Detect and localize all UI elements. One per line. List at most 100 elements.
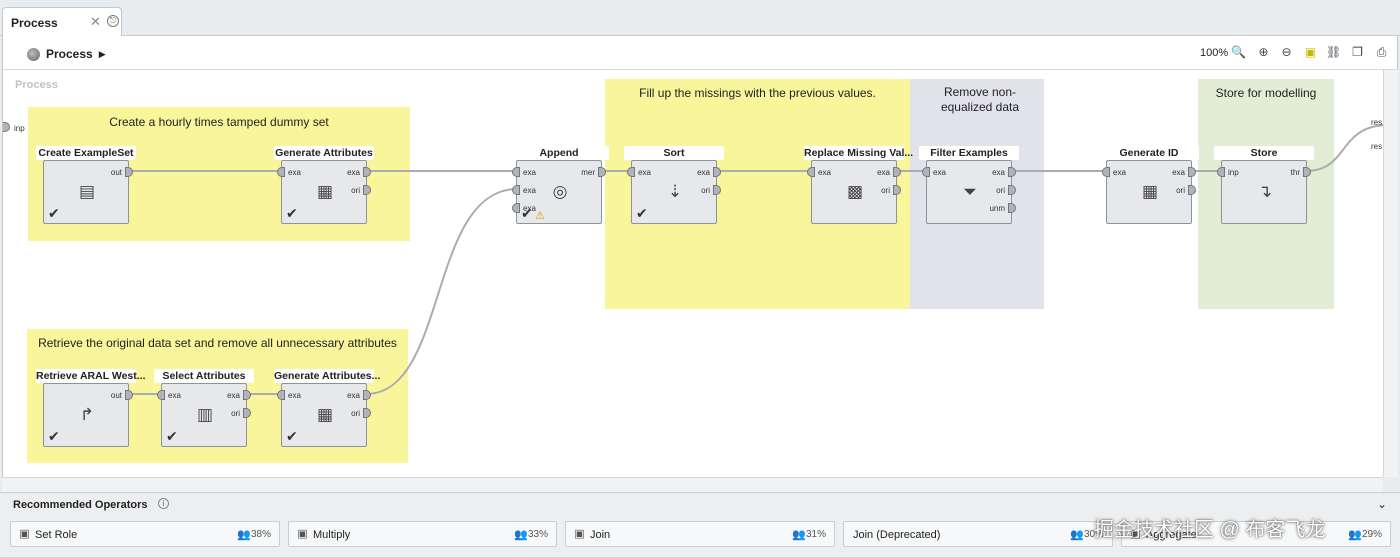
operator-title: Filter Examples [919, 146, 1019, 160]
vertical-scrollbar[interactable] [1383, 70, 1398, 477]
port-label: out [110, 391, 122, 400]
port-label: exa [523, 186, 536, 195]
process-editor: Process ✕ ⎋ Process ▶ 100% 🔍 ⊕ ⊖ ▣ ⛓ ❐ ⎙… [0, 0, 1400, 557]
port-label: inp [1228, 168, 1239, 177]
auto-wire-icon[interactable]: ⛓ [1326, 45, 1341, 60]
restore-icon[interactable]: ⎋ [107, 15, 119, 27]
add-note-icon[interactable]: ▣ [1303, 45, 1318, 60]
table-plus-icon: ▦ [316, 182, 334, 201]
operator[interactable]: Generate Attributes exa exa ori ▦ ✔ [274, 146, 374, 224]
horizontal-scrollbar[interactable] [2, 477, 1383, 492]
check-icon: ✔ [166, 428, 178, 444]
port-label: res [1371, 118, 1383, 127]
port-label: exa [1172, 168, 1185, 177]
process-canvas[interactable]: Process Create a hourly times tamped dum… [2, 70, 1383, 477]
port-label: exa [347, 168, 360, 177]
operator[interactable]: Sort exa exa ori ⇣ ✔ [624, 146, 724, 224]
operator[interactable]: Select Attributes exa exa ori ▥ ✔ [154, 369, 254, 447]
info-icon[interactable]: i [158, 498, 169, 509]
watermark: 掘金技术社区 @ 布客飞龙 [1094, 519, 1326, 541]
warning-icon: ⚠ [535, 210, 545, 222]
usage-percent: 31% [805, 529, 826, 540]
chevron-down-icon[interactable]: ⌄ [1377, 497, 1387, 511]
port-label: thr [1290, 168, 1300, 177]
port-label: ori [1176, 186, 1185, 195]
users-icon: 👥 [1070, 529, 1084, 541]
input-port[interactable] [277, 390, 285, 400]
tab-bar: Process ✕ ⎋ [0, 0, 1400, 37]
port-label: exa [288, 391, 301, 400]
print-icon[interactable]: ⎙ [1374, 45, 1389, 60]
operator-title: Create ExampleSet [36, 146, 136, 160]
port-label: exa [347, 391, 360, 400]
zoom-fit-icon[interactable]: 🔍 [1231, 45, 1246, 60]
input-port[interactable] [922, 167, 930, 177]
usage-percent: 33% [527, 529, 548, 540]
operator[interactable]: Append exa exa exa mer ◎ ✔ ⚠ [509, 146, 609, 224]
input-port[interactable] [512, 185, 520, 195]
port-label: ori [231, 409, 240, 418]
store-arrow-icon: ↴ [1257, 182, 1273, 201]
process-toolbar: Process ▶ 100% 🔍 ⊕ ⊖ ▣ ⛓ ❐ ⎙ [2, 36, 1398, 70]
recommended-operator[interactable]: ▣ Set Role 👥 38% [10, 521, 280, 547]
usage-percent: 38% [250, 529, 271, 540]
wire [365, 188, 517, 395]
users-icon: 👥 [514, 529, 528, 541]
port-label: mer [581, 168, 595, 177]
zoom-out-icon[interactable]: ⊖ [1279, 45, 1294, 60]
multiply-icon: ▣ [297, 528, 308, 540]
input-port[interactable] [512, 203, 520, 213]
check-icon: ✔ [286, 428, 298, 444]
retrieve-arrow-icon: ↱ [79, 405, 95, 424]
zoom-in-icon[interactable]: ⊕ [1256, 45, 1271, 60]
join-icon: ▣ [574, 528, 585, 540]
replace-missing-icon: ▩ [846, 182, 864, 201]
operator[interactable]: Replace Missing Val... exa exa ori ▩ [804, 146, 913, 224]
table-plus-icon: ▦ [316, 405, 334, 424]
append-circles-icon: ◎ [552, 182, 568, 201]
operator[interactable]: Generate Attributes... exa exa ori ▦ ✔ [274, 369, 380, 447]
port-label: exa [227, 391, 240, 400]
users-icon: 👥 [792, 529, 806, 541]
operator-name: Join (Deprecated) [853, 529, 941, 541]
port-label: exa [168, 391, 181, 400]
recommended-operator[interactable]: ▣ Multiply 👥 33% [288, 521, 557, 547]
zoom-level: 100% [1200, 47, 1229, 59]
input-port[interactable] [277, 167, 285, 177]
input-port[interactable] [512, 167, 520, 177]
port-label: out [110, 168, 122, 177]
tab-label: Process [11, 16, 58, 30]
users-icon: 👥 [237, 529, 251, 541]
breadcrumb-label: Process [46, 47, 93, 61]
port-label: ori [996, 186, 1005, 195]
input-port[interactable] [807, 167, 815, 177]
operator-title: Select Attributes [154, 369, 254, 383]
operator[interactable]: Store inp thr ↴ [1214, 146, 1314, 224]
check-icon: ✔ [286, 205, 298, 221]
port-label: exa [697, 168, 710, 177]
input-port[interactable] [157, 390, 165, 400]
operator-title: Retrieve ARAL West... [36, 369, 146, 383]
operator-title: Generate ID [1099, 146, 1199, 160]
operator-title: Store [1214, 146, 1314, 160]
tab-process[interactable]: Process ✕ ⎋ [2, 7, 122, 37]
operator[interactable]: Retrieve ARAL West... out ↱ ✔ [36, 369, 146, 447]
input-port[interactable] [1102, 167, 1110, 177]
close-icon[interactable]: ✕ [90, 14, 101, 30]
input-port[interactable] [627, 167, 635, 177]
port-label: res [1371, 142, 1383, 151]
operator-name: Multiply [313, 529, 351, 541]
operator[interactable]: Filter Examples exa exa ori unm ⏷ [919, 146, 1019, 224]
input-port[interactable] [1217, 167, 1225, 177]
check-icon: ✔ [521, 205, 533, 221]
port-label: exa [288, 168, 301, 177]
port-label: exa [933, 168, 946, 177]
operator[interactable]: Generate ID exa exa ori ▦ [1099, 146, 1199, 224]
recommended-operator[interactable]: ▣ Join 👥 31% [565, 521, 835, 547]
arrange-icon[interactable]: ❐ [1350, 45, 1365, 60]
operator[interactable]: Create ExampleSet out ▤ ✔ [36, 146, 136, 224]
recommended-operator[interactable]: Join (Deprecated) 👥 30% [843, 521, 1113, 547]
port-label: exa [992, 168, 1005, 177]
check-icon: ✔ [48, 428, 60, 444]
breadcrumb[interactable]: Process ▶ [27, 46, 106, 62]
